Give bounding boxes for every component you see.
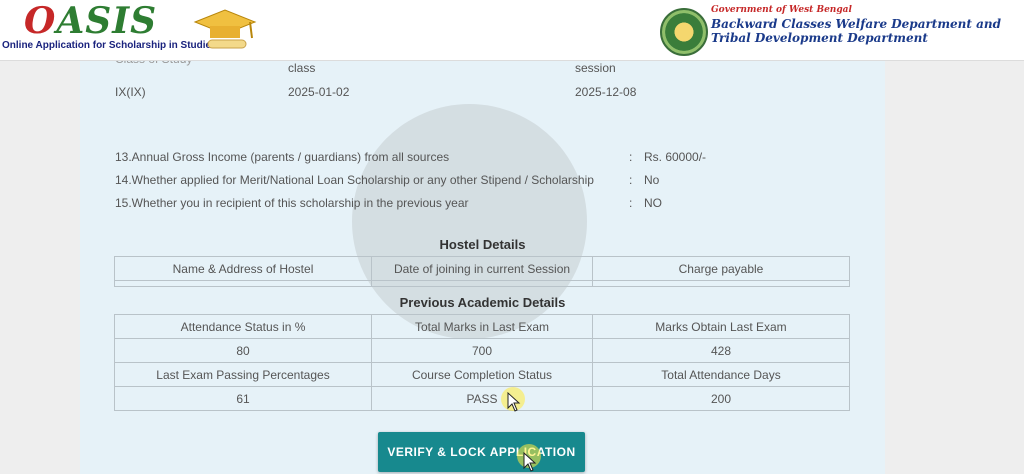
table-row	[114, 280, 850, 287]
class-label: class	[288, 61, 316, 75]
hostel-header-name: Name & Address of Hostel	[114, 256, 372, 281]
gov-label: Government of West Bengal	[711, 5, 852, 15]
hostel-empty-cell	[114, 280, 372, 287]
west-bengal-seal-icon	[660, 8, 708, 56]
graduation-cap-icon	[193, 9, 257, 49]
question-14-value: No	[644, 173, 660, 187]
academic-header-passing-percentage: Last Exam Passing Percentages	[114, 362, 372, 387]
department-name-line2: Tribal Development Department	[711, 31, 928, 45]
academic-value-marks-obtained: 428	[592, 338, 850, 363]
logo-tagline: Online Application for Scholarship in St…	[2, 40, 217, 51]
academic-value-completion-status: PASS	[371, 386, 593, 411]
hostel-header-date: Date of joining in current Session	[371, 256, 593, 281]
department-name-line1: Backward Classes Welfare Department and	[711, 17, 1002, 31]
academic-details-title: Previous Academic Details	[399, 295, 566, 310]
academic-value-attendance-days: 200	[592, 386, 850, 411]
table-row: Last Exam Passing Percentages Course Com…	[114, 362, 850, 387]
question-15-separator: :	[629, 196, 633, 210]
oasis-logo: OASIS	[24, 0, 158, 42]
question-15-label: 15.Whether you in recipient of this scho…	[115, 196, 469, 210]
academic-header-completion-status: Course Completion Status	[371, 362, 593, 387]
session-date-value: 2025-12-08	[575, 85, 637, 99]
academic-header-marks-obtained: Marks Obtain Last Exam	[592, 314, 850, 339]
academic-value-attendance: 80	[114, 338, 372, 363]
table-row: 61 PASS 200	[114, 386, 850, 411]
academic-header-attendance-days: Total Attendance Days	[592, 362, 850, 387]
mouse-pointer-icon	[523, 452, 537, 472]
question-14-label: 14.Whether applied for Merit/National Lo…	[115, 173, 594, 187]
academic-header-attendance: Attendance Status in %	[114, 314, 372, 339]
academic-value-passing-percentage: 61	[114, 386, 372, 411]
hostel-empty-cell	[592, 280, 850, 287]
site-header: OASIS Online Application for Scholarship…	[0, 0, 1024, 61]
question-14-separator: :	[629, 173, 633, 187]
academic-value-total-marks: 700	[371, 338, 593, 363]
hostel-header-charge: Charge payable	[592, 256, 850, 281]
question-13-value: Rs. 60000/-	[644, 150, 707, 164]
hostel-empty-cell	[371, 280, 593, 287]
mouse-pointer-icon	[507, 392, 521, 412]
hostel-details-table: Name & Address of Hostel Date of joining…	[114, 256, 850, 287]
hostel-details-title: Hostel Details	[439, 237, 526, 252]
academic-details-table: Attendance Status in % Total Marks in La…	[114, 314, 850, 411]
question-13-separator: :	[629, 150, 633, 164]
session-label: session	[575, 61, 616, 75]
question-13-label: 13.Annual Gross Income (parents / guardi…	[115, 150, 450, 164]
class-date-value: 2025-01-02	[288, 85, 350, 99]
table-row: Name & Address of Hostel Date of joining…	[114, 256, 850, 281]
question-15-value: NO	[644, 196, 662, 210]
table-row: Attendance Status in % Total Marks in La…	[114, 314, 850, 339]
verify-lock-application-button[interactable]: VERIFY & LOCK APPLICATION	[378, 432, 585, 472]
table-row: 80 700 428	[114, 338, 850, 363]
academic-header-total-marks: Total Marks in Last Exam	[371, 314, 593, 339]
class-value: IX(IX)	[115, 85, 146, 99]
